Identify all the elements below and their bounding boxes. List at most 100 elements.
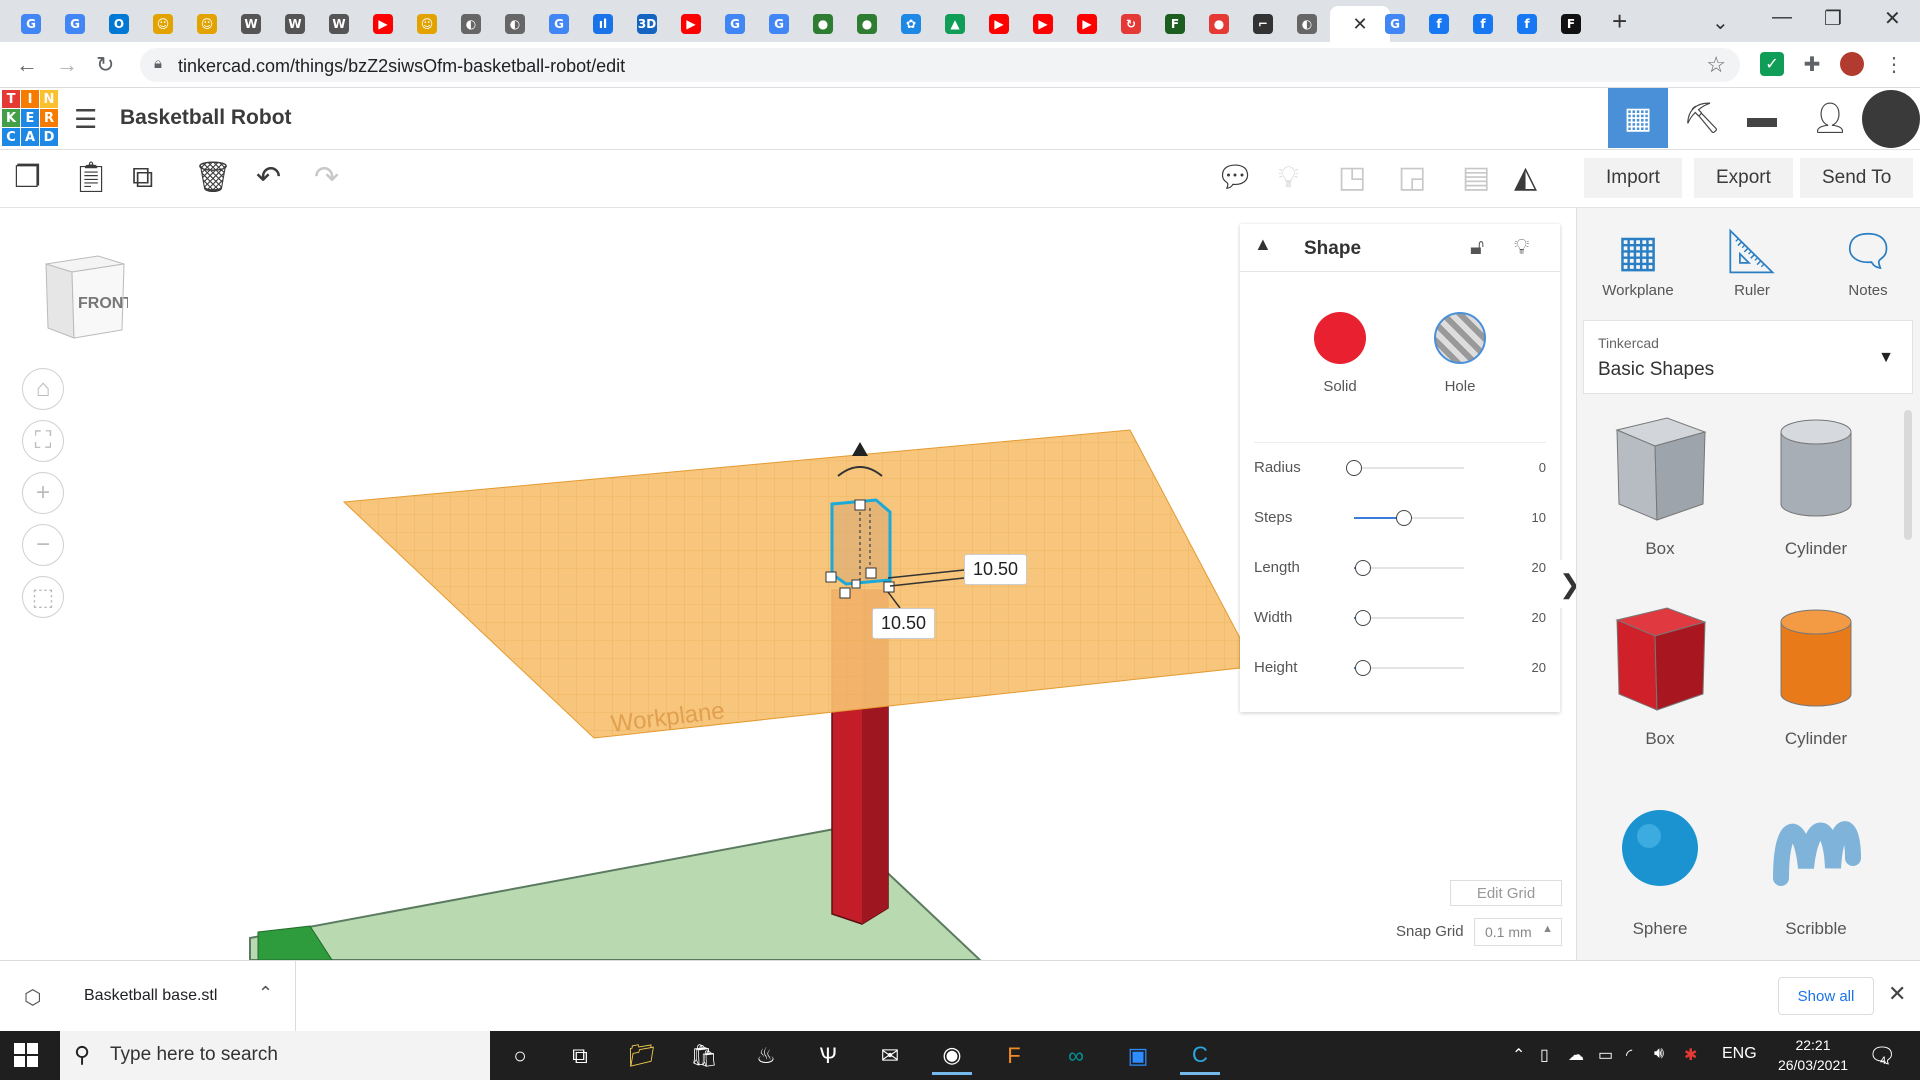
browser-tab[interactable]: ▲ bbox=[936, 6, 974, 42]
taskbar-search[interactable]: ⚲ Type here to search bbox=[60, 1031, 490, 1080]
zoom-in-button[interactable]: + bbox=[22, 472, 64, 514]
delete-icon[interactable]: 🗑︎ bbox=[194, 162, 232, 194]
lock-icon[interactable]: 🔓︎ bbox=[1470, 234, 1484, 260]
browser-tab[interactable]: f bbox=[1420, 6, 1458, 42]
browser-tab[interactable]: ▶ bbox=[1024, 6, 1062, 42]
align-icon[interactable]: ▤ bbox=[1462, 162, 1490, 194]
shape-tile-cylinder[interactable]: Cylinder bbox=[1741, 598, 1891, 749]
shape-tile-box[interactable]: Box bbox=[1585, 598, 1735, 749]
resize-handle[interactable] bbox=[854, 499, 866, 511]
windows-start-icon[interactable] bbox=[14, 1043, 38, 1067]
hole-swatch[interactable] bbox=[1434, 312, 1486, 364]
param-value[interactable]: 20 bbox=[1532, 610, 1546, 625]
param-value[interactable]: 0 bbox=[1539, 460, 1546, 475]
new-tab-icon[interactable]: + bbox=[1612, 6, 1627, 37]
close-window-icon[interactable]: ✕ bbox=[1884, 6, 1901, 31]
resize-handle[interactable] bbox=[825, 571, 837, 583]
lightbulb-icon[interactable]: 💡︎ bbox=[1514, 234, 1529, 260]
chevron-up-icon[interactable]: ⌃ bbox=[258, 983, 273, 1004]
minimize-icon[interactable]: — bbox=[1772, 6, 1792, 29]
user-avatar[interactable] bbox=[1862, 90, 1920, 148]
param-value[interactable]: 20 bbox=[1532, 660, 1546, 675]
fit-view-button[interactable]: ⛶ bbox=[22, 420, 64, 462]
snap-grid-select[interactable]: 0.1 mm ▲ bbox=[1474, 918, 1562, 946]
browser-tab[interactable]: ● bbox=[1200, 6, 1238, 42]
bookmark-star-icon[interactable]: ☆ bbox=[1706, 52, 1726, 78]
resize-handle[interactable] bbox=[839, 587, 851, 599]
mail-icon[interactable]: ✉ bbox=[870, 1037, 910, 1075]
reload-icon[interactable]: ↻ bbox=[96, 52, 114, 78]
browser-menu-icon[interactable]: ⋮ bbox=[1882, 52, 1906, 76]
solid-swatch[interactable] bbox=[1314, 312, 1366, 364]
ortho-view-button[interactable]: ⬚ bbox=[22, 576, 64, 618]
browser-tab[interactable]: G bbox=[760, 6, 798, 42]
show-all-lightbulb-icon[interactable]: 💡︎ bbox=[1278, 162, 1299, 194]
workplane-tool[interactable]: ▦ Workplane bbox=[1583, 226, 1693, 299]
clock[interactable]: 22:21 26/03/2021 bbox=[1772, 1035, 1854, 1075]
design-menu-icon[interactable]: ☰ bbox=[74, 104, 97, 135]
browser-tab[interactable]: ☺ bbox=[188, 6, 226, 42]
browser-tab[interactable]: W bbox=[276, 6, 314, 42]
library-scrollbar[interactable] bbox=[1904, 410, 1912, 540]
lift-arrow-handle[interactable] bbox=[852, 442, 868, 456]
export-button[interactable]: Export bbox=[1694, 158, 1793, 198]
browser-tab[interactable]: W bbox=[232, 6, 270, 42]
browser-tab[interactable]: ● bbox=[848, 6, 886, 42]
cura-icon[interactable]: C bbox=[1180, 1037, 1220, 1075]
shape-tile-sphere[interactable]: Sphere bbox=[1585, 788, 1735, 939]
send-to-button[interactable]: Send To bbox=[1800, 158, 1914, 198]
show-all-button[interactable]: Show all bbox=[1778, 977, 1874, 1015]
param-value[interactable]: 20 bbox=[1532, 560, 1546, 575]
duplicate-icon[interactable]: ⧉ bbox=[132, 162, 153, 194]
restore-icon[interactable]: ❐ bbox=[1824, 6, 1842, 31]
view-cube-face[interactable]: FRONT bbox=[78, 295, 128, 312]
browser-tab[interactable]: F bbox=[1552, 6, 1590, 42]
cortana-icon[interactable]: ○ bbox=[500, 1037, 540, 1075]
file-explorer-icon[interactable]: 📁︎ bbox=[622, 1037, 662, 1075]
extensions-puzzle-icon[interactable]: ✚ bbox=[1800, 52, 1824, 76]
checkmark-extension-icon[interactable]: ✓ bbox=[1760, 52, 1784, 76]
browser-tab[interactable]: G bbox=[56, 6, 94, 42]
chrome-icon[interactable]: ◉ bbox=[932, 1037, 972, 1075]
browser-tab[interactable]: ↻ bbox=[1112, 6, 1150, 42]
redo-icon[interactable]: ↷ bbox=[314, 162, 339, 194]
predator-icon[interactable]: Ѱ bbox=[808, 1037, 848, 1075]
forward-icon[interactable]: → bbox=[56, 52, 78, 78]
browser-tab[interactable]: W bbox=[320, 6, 358, 42]
notes-tool[interactable]: 🗨︎ Notes bbox=[1813, 226, 1920, 299]
cloud-icon[interactable]: ☁ bbox=[1568, 1045, 1584, 1065]
lock-icon[interactable]: 🔒︎ bbox=[154, 55, 162, 72]
invite-user-button[interactable]: 👤︎ bbox=[1800, 88, 1860, 148]
home-view-button[interactable]: ⌂ bbox=[22, 368, 64, 410]
browser-tab[interactable]: ▶ bbox=[672, 6, 710, 42]
resize-handle[interactable] bbox=[851, 579, 861, 589]
browser-tab[interactable]: 3D bbox=[628, 6, 666, 42]
dimension-label-width[interactable]: 10.50 bbox=[964, 554, 1028, 585]
steam-icon[interactable]: ♨ bbox=[746, 1037, 786, 1075]
browser-tab[interactable]: G bbox=[12, 6, 50, 42]
selected-box-outline[interactable] bbox=[830, 498, 892, 586]
dimension-label-length[interactable]: 10.50 bbox=[872, 608, 936, 639]
download-item[interactable]: ⬡ Basketball base.stl ⌃ bbox=[0, 961, 296, 1031]
collapse-icon[interactable]: ▲ bbox=[1254, 234, 1272, 255]
language-indicator[interactable]: ENG bbox=[1722, 1045, 1757, 1063]
browser-tab[interactable]: ☺ bbox=[144, 6, 182, 42]
slider-knob[interactable] bbox=[1354, 610, 1371, 626]
slider-knob[interactable] bbox=[1354, 560, 1371, 576]
browser-tab[interactable]: ☺ bbox=[408, 6, 446, 42]
fusion-icon[interactable]: F bbox=[994, 1037, 1034, 1075]
browser-tab[interactable]: ⌐ bbox=[1244, 6, 1282, 42]
download-filename[interactable]: Basketball base.stl bbox=[84, 987, 217, 1005]
device-icon[interactable]: ▯ bbox=[1540, 1045, 1549, 1065]
browser-tab[interactable]: ✿ bbox=[892, 6, 930, 42]
slider-knob[interactable] bbox=[1395, 510, 1412, 526]
volume-icon[interactable]: 🔊︎ bbox=[1654, 1045, 1664, 1063]
group-icon[interactable]: ◳ bbox=[1338, 162, 1366, 194]
tab-search-icon[interactable]: ⌄ bbox=[1712, 10, 1729, 35]
blocks-view-button[interactable]: ⛏ bbox=[1672, 88, 1732, 148]
shape-tile-cylinder[interactable]: Cylinder bbox=[1741, 408, 1891, 559]
browser-tab[interactable]: F bbox=[1156, 6, 1194, 42]
undo-icon[interactable]: ↶ bbox=[256, 162, 281, 194]
view-cube[interactable]: FRONT bbox=[38, 250, 128, 340]
task-view-icon[interactable]: ⧉ bbox=[560, 1037, 600, 1075]
